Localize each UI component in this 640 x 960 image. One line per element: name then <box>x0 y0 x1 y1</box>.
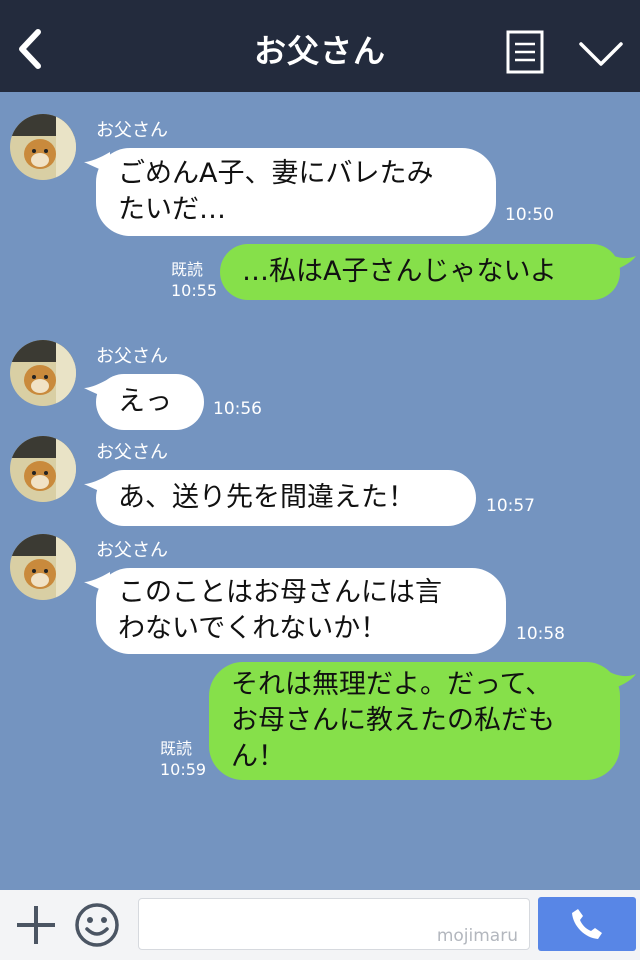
message-line: ん！ <box>231 741 285 772</box>
sender-name: お父さん <box>96 442 168 463</box>
message-time: 10:57 <box>486 496 535 516</box>
avatar[interactable] <box>10 534 76 600</box>
message-time: 10:55 <box>171 281 218 300</box>
call-button[interactable] <box>538 897 636 951</box>
message-time: 10:58 <box>516 624 565 644</box>
sender-name: お父さん <box>96 120 168 141</box>
message-bubble[interactable]: ごめんA子、妻にバレたみ たいだ… <box>96 148 496 236</box>
message-line: このことはお母さんには言 <box>118 577 442 608</box>
message-bubble[interactable]: あ、送り先を間違えた！ <box>96 470 476 526</box>
message-line: たいだ… <box>118 194 226 225</box>
message-bubble[interactable]: …私はA子さんじゃないよ <box>220 244 620 300</box>
read-receipt: 既読 10:55 <box>171 259 217 301</box>
phone-icon <box>572 909 602 939</box>
message-bubble[interactable]: えっ <box>96 374 204 430</box>
plus-icon[interactable] <box>14 902 58 948</box>
chat-header: お父さん <box>0 0 640 92</box>
message-line: えっ <box>118 386 172 417</box>
chevron-down-icon[interactable] <box>578 38 624 68</box>
message-time: 10:56 <box>213 399 262 419</box>
emoji-icon[interactable] <box>74 902 120 948</box>
message-time: 10:50 <box>505 205 554 225</box>
bubble-tail <box>606 670 636 690</box>
avatar[interactable] <box>10 340 76 406</box>
watermark: mojimaru <box>436 926 518 946</box>
input-bar: mojimaru <box>0 890 640 960</box>
message-time: 10:59 <box>160 760 207 779</box>
message-bubble[interactable]: それは無理だよ。だって、 お母さんに教えたの私だも ん！ <box>209 662 620 780</box>
read-label: 既読 <box>171 260 204 279</box>
avatar[interactable] <box>10 114 76 180</box>
avatar[interactable] <box>10 436 76 502</box>
sender-name: お父さん <box>96 540 168 561</box>
message-bubble[interactable]: このことはお母さんには言 わないでくれないか！ <box>96 568 506 654</box>
sender-name: お父さん <box>96 346 168 367</box>
message-line: …私はA子さんじゃないよ <box>242 256 557 287</box>
message-line: それは無理だよ。だって、 <box>231 669 553 700</box>
bubble-tail <box>606 252 636 272</box>
read-label: 既読 <box>160 739 193 758</box>
chat-title: お父さん <box>253 32 386 70</box>
notes-icon[interactable] <box>506 30 544 74</box>
read-receipt: 既読 10:59 <box>160 738 206 780</box>
message-line: お母さんに教えたの私だも <box>231 705 555 736</box>
message-line: ごめんA子、妻にバレたみ <box>118 158 434 189</box>
message-line: あ、送り先を間違えた！ <box>118 482 415 513</box>
message-line: わないでくれないか！ <box>118 613 388 644</box>
